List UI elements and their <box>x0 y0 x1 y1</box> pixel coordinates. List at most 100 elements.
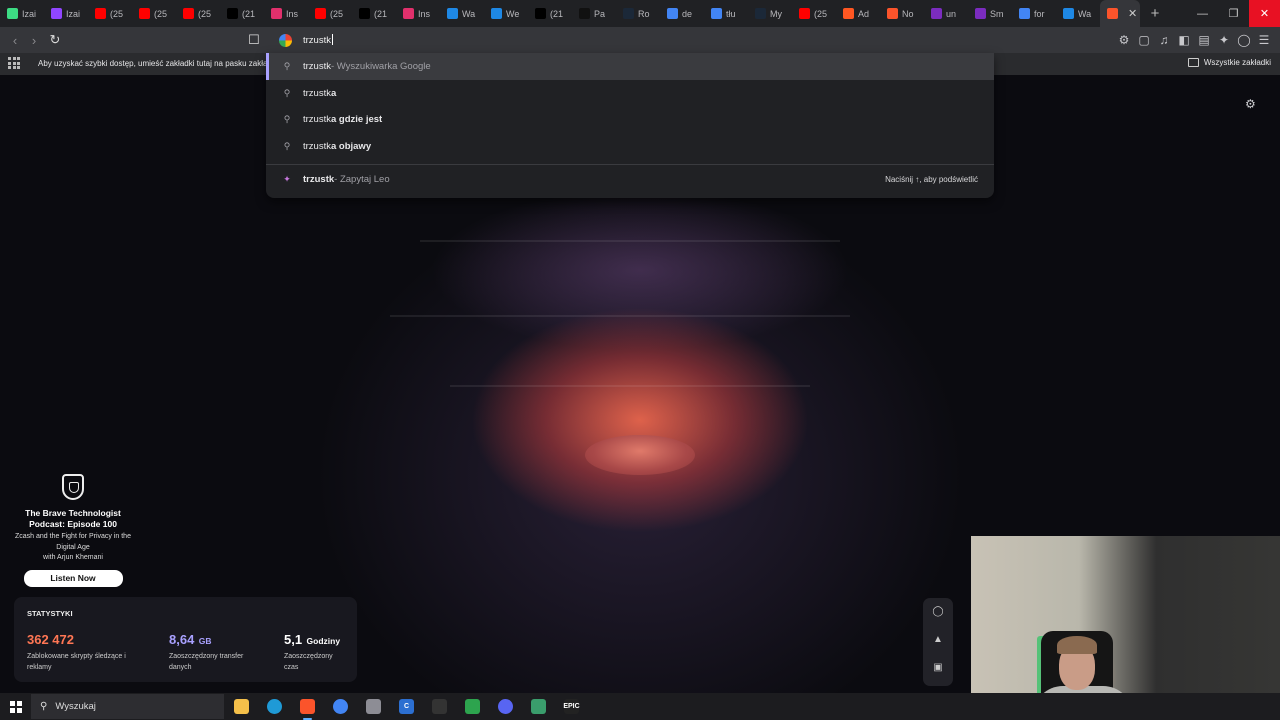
tab-label: (25 <box>154 8 168 19</box>
browser-tab[interactable]: No <box>880 0 924 27</box>
browser-tab[interactable]: (21 <box>220 0 264 27</box>
browser-tab[interactable]: Ins <box>396 0 440 27</box>
browser-tab[interactable]: Wa <box>440 0 484 27</box>
browser-tab[interactable]: We <box>484 0 528 27</box>
reload-icon[interactable]: ↻ <box>46 31 64 49</box>
back-icon[interactable]: ‹ <box>6 31 24 49</box>
tab-label: (25 <box>198 8 212 19</box>
browser-tab[interactable]: (25 <box>176 0 220 27</box>
bookmarks-hint: Aby uzyskać szybki dostęp, umieść zakład… <box>38 59 268 68</box>
browser-tab[interactable]: Sm <box>968 0 1012 27</box>
address-bar[interactable]: trzustk <box>266 27 994 53</box>
app-icon <box>975 8 986 19</box>
close-icon[interactable]: ✕ <box>1249 0 1280 27</box>
tab-label: tłu <box>726 8 736 19</box>
bookmark-icon[interactable]: ☐ <box>245 31 263 49</box>
browser-tab[interactable]: (25 <box>132 0 176 27</box>
browser-tab[interactable]: (21 <box>352 0 396 27</box>
google-icon <box>279 33 292 47</box>
brave-lion-icon <box>62 474 84 500</box>
chart-app-icon[interactable] <box>531 699 546 714</box>
youtube-icon <box>95 8 106 19</box>
suggestion-item[interactable]: ⚲ trzustk - Wyszukiwarka Google <box>266 53 994 80</box>
sidebar-icon[interactable]: ◧ <box>1176 31 1192 49</box>
stat-time: 5,1 Godziny Zaoszczędzony czas <box>284 631 344 673</box>
restore-icon[interactable]: ❐ <box>1218 0 1249 27</box>
suggestion-suffix: - Wyszukiwarka Google <box>330 60 431 72</box>
browser-tab[interactable]: My <box>748 0 792 27</box>
epic-games-icon[interactable]: EPIC <box>563 699 580 714</box>
leo-star-icon: ✦ <box>283 174 291 185</box>
new-tab-icon[interactable]: + <box>1140 5 1170 22</box>
file-explorer-icon[interactable] <box>234 699 249 714</box>
leo-icon[interactable]: ✦ <box>1216 31 1232 49</box>
tab-label: de <box>682 8 693 19</box>
browser-tab[interactable]: for <box>1012 0 1056 27</box>
suggestion-item[interactable]: ⚲ trzustk a gdzie jest <box>266 106 994 133</box>
tab-label: Ro <box>638 8 650 19</box>
browser-tab[interactable]: Ro <box>616 0 660 27</box>
apps-grid-icon[interactable] <box>8 57 20 69</box>
menu-icon[interactable]: ☰ <box>1256 31 1272 49</box>
google-icon <box>711 8 722 19</box>
wallet-icon[interactable]: ▤ <box>1196 31 1212 49</box>
listen-now-button[interactable]: Listen Now <box>23 569 123 587</box>
stat-value: 362 472 <box>27 632 74 647</box>
forward-icon[interactable]: › <box>25 31 43 49</box>
browser-tab[interactable]: (25 <box>308 0 352 27</box>
browser-tab[interactable]: Ins <box>264 0 308 27</box>
browser-tab[interactable]: (21 <box>528 0 572 27</box>
x-icon <box>535 8 546 19</box>
suggestion-completion: a gdzie jest <box>330 114 383 126</box>
music-icon[interactable]: ♫ <box>1156 31 1172 49</box>
all-bookmarks-button[interactable]: Wszystkie zakładki <box>1187 58 1271 67</box>
browser-tab[interactable]: Pa <box>572 0 616 27</box>
extensions-icon[interactable]: ⚙ <box>1116 31 1132 49</box>
taskbar-search[interactable]: ⚲ Wyszukaj <box>31 694 224 719</box>
brave-icon[interactable] <box>300 699 315 720</box>
active-tab[interactable]: ✕ <box>1100 0 1140 27</box>
tab-label: (25 <box>330 8 344 19</box>
browser-tab[interactable]: Wa <box>1056 0 1100 27</box>
ccleaner-icon[interactable]: C <box>399 699 414 714</box>
stat-label: Zablokowane skrypty śledzące i reklamy <box>27 653 126 671</box>
browser-tab[interactable]: Izai <box>0 0 44 27</box>
suggestion-item[interactable]: ⚲ trzustk a <box>266 80 994 107</box>
recorder-icon[interactable] <box>432 699 447 714</box>
minimize-icon[interactable]: — <box>1187 0 1218 27</box>
folder-icon <box>1187 58 1199 67</box>
twitch-icon <box>51 8 62 19</box>
browser-tab[interactable]: de <box>660 0 704 27</box>
browser-tab[interactable]: Ad <box>836 0 880 27</box>
browser-tab[interactable]: (25 <box>792 0 836 27</box>
suggestion-item[interactable]: ⚲ trzustk a objawy <box>266 133 994 160</box>
browser-tab[interactable]: Izai <box>44 0 88 27</box>
stat-label: Zaoszczędzony czas <box>284 653 333 671</box>
vpn-shield-icon[interactable]: ◯ <box>932 606 944 618</box>
browser-tab[interactable]: (25 <box>88 0 132 27</box>
google-icon <box>1019 8 1030 19</box>
windows-start-icon[interactable] <box>10 701 22 713</box>
chrome-icon[interactable] <box>333 699 348 714</box>
app-icon[interactable] <box>366 699 381 714</box>
video-icon[interactable]: ▣ <box>932 662 944 674</box>
stat-trackers: 362 472 Zablokowane skrypty śledzące i r… <box>27 631 137 673</box>
screenshot-icon[interactable]: ▢ <box>1136 31 1152 49</box>
close-tab-icon[interactable]: ✕ <box>1128 7 1137 20</box>
podcast-guest: with Arjun Khemani <box>43 554 103 561</box>
warning-icon[interactable]: ▲ <box>932 634 944 646</box>
tab-label: Wa <box>462 8 476 19</box>
play-icon[interactable] <box>465 699 480 714</box>
tab-label: Sm <box>990 8 1004 19</box>
browser-tab[interactable]: un <box>924 0 968 27</box>
suggestion-ask-leo[interactable]: ✦ trzustk - Zapytaj Leo Naciśnij ↑, aby … <box>266 165 994 195</box>
tab-label: (25 <box>110 8 124 19</box>
browser-tab[interactable]: tłu <box>704 0 748 27</box>
customize-settings-icon[interactable]: ⚙ <box>1245 97 1259 111</box>
edge-icon[interactable] <box>267 699 282 714</box>
screen: Izai Izai (25 (25 (25 (21 Ins (25 (21 Ins Wa We (21 P… <box>0 0 1280 720</box>
shield-icon[interactable]: ◯ <box>1236 31 1252 49</box>
youtube-icon <box>799 8 810 19</box>
discord-icon[interactable] <box>498 699 513 714</box>
address-input[interactable]: trzustk <box>303 34 333 46</box>
